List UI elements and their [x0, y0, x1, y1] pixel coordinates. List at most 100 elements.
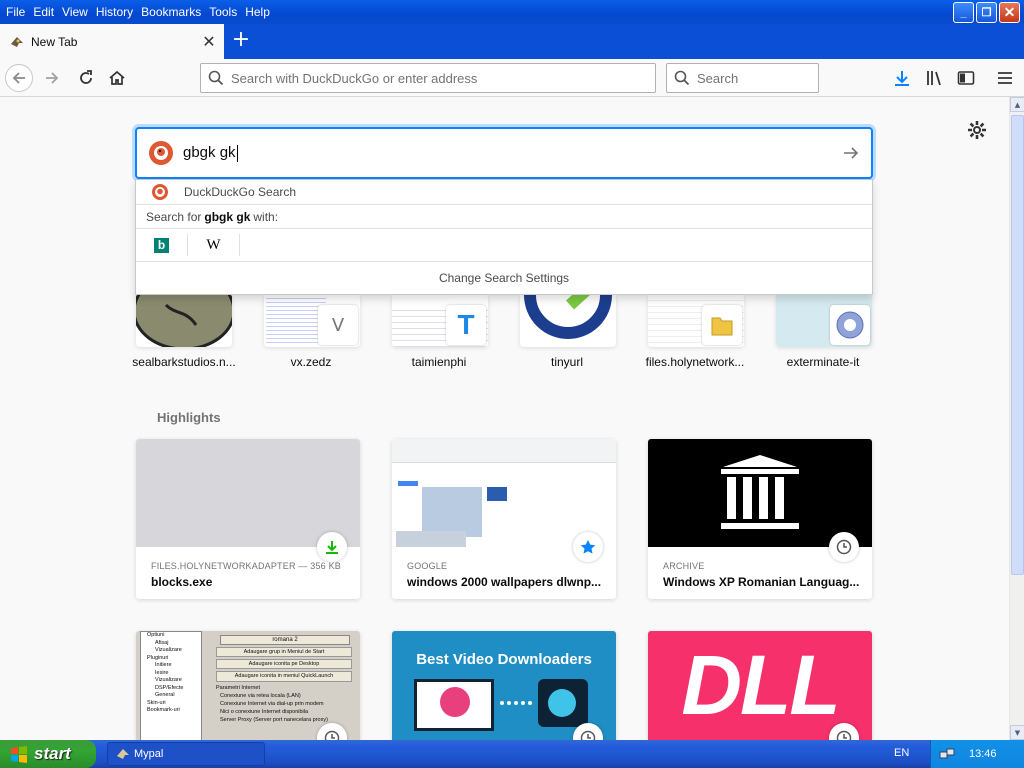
- one-off-engines: b W: [136, 229, 872, 262]
- search-suggestions-dropdown: DuckDuckGo Search Search for gbgk gk wit…: [135, 179, 873, 295]
- back-button[interactable]: [5, 64, 33, 92]
- address-placeholder: Search with DuckDuckGo or enter address: [231, 70, 478, 86]
- option-button: Adaugare iconita pe Desktop: [216, 659, 352, 670]
- menu-bar: File Edit View History Bookmarks Tools H…: [0, 0, 1024, 24]
- system-tray: 13:46: [930, 740, 1024, 768]
- tree-item: Vizualizare: [155, 677, 182, 683]
- forward-button[interactable]: [38, 64, 66, 92]
- tree-item: Vizualizare: [155, 647, 182, 653]
- tab-new-tab[interactable]: New Tab ✕: [0, 24, 224, 59]
- new-tab-button[interactable]: +: [229, 29, 253, 53]
- menu-bookmarks[interactable]: Bookmarks: [137, 4, 205, 20]
- top-site-tile[interactable]: T: [392, 295, 488, 347]
- search-go-button[interactable]: [831, 144, 871, 162]
- back-arrow-icon: [12, 72, 25, 84]
- folder-icon: [702, 305, 742, 345]
- suggestion-engine-row[interactable]: DuckDuckGo Search: [136, 180, 872, 205]
- menu-edit[interactable]: Edit: [29, 4, 58, 20]
- tree-item: Initiere: [155, 662, 172, 668]
- option-button: Adaugare iconita in meniul QuickLaunch: [216, 671, 352, 682]
- library-button[interactable]: [924, 68, 944, 88]
- menu-file[interactable]: File: [2, 4, 29, 20]
- reload-button[interactable]: [72, 64, 100, 92]
- tree-item: Iesire: [155, 669, 169, 676]
- top-site-tile[interactable]: V: [264, 295, 360, 347]
- option-radio: Conexiune via retea locala (LAN): [220, 692, 301, 699]
- history-clock-icon: [829, 532, 859, 562]
- tab-title: New Tab: [31, 34, 78, 49]
- highlight-card[interactable]: Optiuni Afisaj Vizualizare Pluginuri Ini…: [136, 631, 360, 740]
- minimize-button[interactable]: _: [953, 2, 974, 23]
- engine-bing-button[interactable]: b: [136, 234, 188, 256]
- menu-view[interactable]: View: [58, 4, 92, 20]
- sidebar-icon: [957, 71, 975, 85]
- option-label: Parametri Internet: [216, 684, 261, 691]
- search-bar[interactable]: Search: [666, 63, 819, 93]
- menu-tools[interactable]: Tools: [205, 4, 241, 20]
- download-icon: [895, 71, 909, 86]
- highlight-card[interactable]: FILES.HOLYNETWORKADAPTER — 356 KB blocks…: [136, 439, 360, 599]
- option-radio: Conexiune Internet via dial-up prin mode…: [220, 701, 324, 708]
- taskbar-item-mypal[interactable]: Mypal: [107, 742, 265, 766]
- options-list: Adaugare grup in Meniul de Start Adaugar…: [216, 647, 352, 725]
- network-icon[interactable]: [939, 746, 955, 762]
- engine-label: DuckDuckGo Search: [184, 185, 297, 199]
- scrollbar-thumb[interactable]: [1011, 115, 1024, 575]
- menu-button[interactable]: [995, 68, 1015, 88]
- taimienphi-icon: T: [446, 305, 486, 345]
- clock: 13:46: [969, 748, 997, 760]
- search-for-row: Search for gbgk gk with:: [136, 205, 872, 229]
- restore-button[interactable]: ❐: [976, 2, 997, 23]
- top-site-label: sealbarkstudios.n...: [132, 355, 236, 369]
- tinyurl-logo-icon: [524, 295, 612, 339]
- sidebar-button[interactable]: [956, 68, 976, 88]
- option-button: Adaugare grup in Meniul de Start: [216, 647, 352, 658]
- thumb-title: DLL: [681, 638, 840, 732]
- close-window-button[interactable]: ✕: [999, 2, 1020, 23]
- engine-wikipedia-button[interactable]: W: [188, 234, 240, 256]
- card-source: GOOGLE: [407, 561, 448, 571]
- mypal-app-icon: [117, 749, 129, 759]
- new-tab-search-input[interactable]: gbgk gk: [135, 127, 873, 179]
- taskbar-item-label: Mypal: [134, 748, 164, 760]
- scroll-up-icon[interactable]: ▲: [1010, 97, 1024, 112]
- home-button[interactable]: [103, 64, 131, 92]
- tab-close-icon[interactable]: ✕: [197, 30, 221, 54]
- menu-history[interactable]: History: [92, 4, 137, 20]
- downloads-button[interactable]: [892, 68, 912, 88]
- highlights-heading: Highlights: [157, 410, 221, 425]
- highlight-card[interactable]: GOOGLE windows 2000 wallpapers dlwnp...: [392, 439, 616, 599]
- highlight-card[interactable]: Best Video Downloaders: [392, 631, 616, 740]
- menu-help[interactable]: Help: [241, 4, 274, 20]
- highlight-card[interactable]: ARCHIVE Windows XP Romanian Languag...: [648, 439, 872, 599]
- highlight-card[interactable]: DLL: [648, 631, 872, 740]
- close-icon: ✕: [1003, 4, 1016, 20]
- thumb-title: romana 2: [220, 635, 350, 645]
- scroll-down-icon[interactable]: ▼: [1010, 725, 1024, 740]
- tab-strip: New Tab ✕ +: [0, 24, 1024, 59]
- hamburger-menu-icon: [998, 72, 1012, 84]
- window: File Edit View History Bookmarks Tools H…: [0, 0, 1024, 768]
- top-site-tile[interactable]: [648, 295, 744, 347]
- start-label: start: [34, 744, 71, 763]
- card-source: ARCHIVE: [663, 561, 705, 571]
- thumb-title: Best Video Downloaders: [416, 651, 592, 668]
- top-site-tile[interactable]: [136, 295, 232, 347]
- search-term: gbgk gk: [204, 209, 251, 224]
- start-button[interactable]: start: [0, 740, 96, 768]
- top-site-tile[interactable]: [776, 295, 872, 347]
- customize-settings-button[interactable]: [966, 119, 988, 141]
- top-site-label: tinyurl: [550, 355, 583, 369]
- address-bar[interactable]: Search with DuckDuckGo or enter address: [200, 63, 656, 93]
- library-icon: [927, 71, 941, 86]
- archive-logo-icon: [721, 455, 799, 529]
- wikipedia-icon: W: [206, 236, 221, 253]
- vertical-scrollbar[interactable]: ▲ ▼: [1009, 97, 1024, 740]
- top-site-tile[interactable]: [520, 295, 616, 347]
- change-search-settings-button[interactable]: Change Search Settings: [136, 262, 872, 294]
- tree-item: General: [155, 692, 175, 698]
- options-tree: Optiuni Afisaj Vizualizare Pluginuri Ini…: [140, 631, 202, 740]
- search-icon: [667, 70, 697, 86]
- language-indicator[interactable]: EN: [894, 747, 909, 759]
- top-site-label: exterminate-it: [786, 355, 860, 369]
